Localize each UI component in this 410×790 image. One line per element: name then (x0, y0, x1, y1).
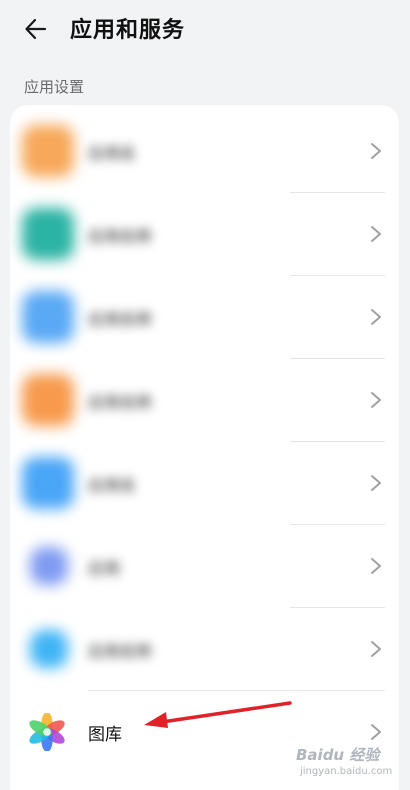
app-label: 应用 (88, 559, 121, 578)
app-icon (22, 208, 74, 260)
back-button[interactable] (20, 13, 52, 45)
chevron-right-icon (371, 309, 381, 325)
chevron-right-icon (371, 558, 381, 574)
app-label: 应用名称 (88, 310, 153, 329)
app-label: 应用名称 (88, 642, 153, 661)
app-list-card: 应用名 应用名称 应用名称 应用名称 应用名 应用 应用名称 图库 (10, 105, 399, 790)
chevron-right-icon (371, 724, 381, 740)
app-icon (22, 374, 74, 426)
app-row[interactable]: 应用名 (10, 442, 399, 525)
chevron-right-icon (371, 226, 381, 242)
app-label: 应用名 (88, 144, 137, 163)
app-icon (22, 291, 74, 343)
section-label: 应用设置 (24, 78, 85, 96)
app-row[interactable]: 应用名称 (10, 608, 399, 691)
app-row[interactable]: 应用 (10, 525, 399, 608)
app-row[interactable]: 应用名称 (10, 359, 399, 442)
app-icon (30, 547, 68, 585)
app-label: 应用名称 (88, 393, 153, 412)
page-title: 应用和服务 (70, 18, 186, 43)
arrow-left-icon (25, 18, 47, 40)
app-label-gallery: 图库 (88, 725, 122, 745)
app-label: 应用名 (88, 476, 137, 495)
watermark: Baidu 经验 (296, 746, 380, 764)
chevron-right-icon (371, 475, 381, 491)
header-bar: 应用和服务 (0, 0, 410, 58)
app-row[interactable]: 应用名称 (10, 193, 399, 276)
app-icon (22, 457, 74, 509)
chevron-right-icon (371, 392, 381, 408)
watermark-sub: jingyan.baidu.com (300, 766, 393, 777)
app-row[interactable]: 应用名称 (10, 276, 399, 359)
app-icon (30, 630, 68, 668)
app-icon (22, 125, 74, 177)
chevron-right-icon (371, 143, 381, 159)
app-row[interactable]: 应用名 (10, 110, 399, 193)
chevron-right-icon (371, 641, 381, 657)
app-label: 应用名称 (88, 227, 153, 246)
gallery-pinwheel-icon (29, 713, 65, 751)
